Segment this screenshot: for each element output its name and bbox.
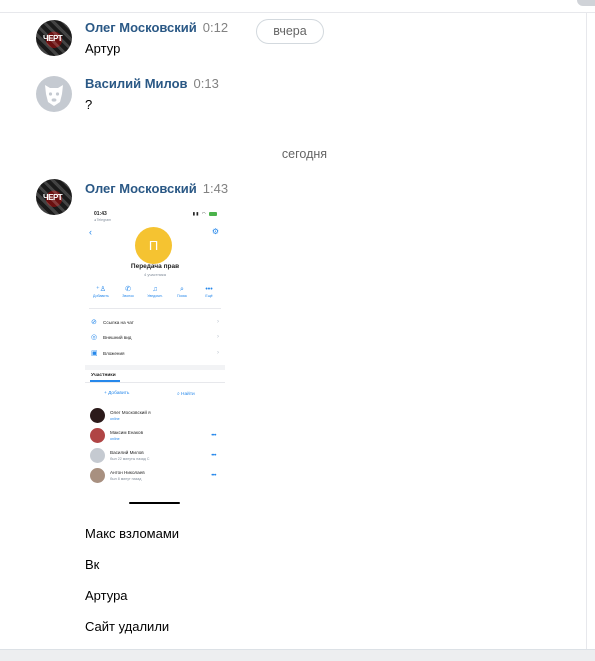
member-status: online [110,417,120,421]
scroll-corner [577,0,595,6]
find-label: Найти [181,392,195,397]
chevron-right-icon: › [217,350,219,356]
search-icon: ⌕ [180,286,184,293]
action-label: Добавить [93,294,109,298]
battery-icon [209,211,217,216]
member-avatar [90,448,105,463]
more-icon: ••• [211,473,216,479]
group-actions: ⁺♙ Добавить ✆ Звонок ♫ Уведомл. ⌕ Поиск ••• Е… [89,285,221,298]
message-1: ЧЕРТ Олег Московский 0:12 Артур [36,20,576,60]
attached-screenshot[interactable]: 01:43 ◂ Telegram ▮▮ ◠ ‹ ⚙ П Передача пра… [85,205,225,507]
member-name: Максим Енаков [110,430,144,435]
message-text: Вк [85,557,100,572]
avatar[interactable] [36,76,72,112]
action-label: Уведомл. [147,294,163,298]
gear-icon: ⚙ [211,227,219,236]
message-author[interactable]: Олег Московский 0:12 [85,20,228,35]
add-user-icon: ⁺♙ [96,286,106,293]
palette-icon: ◎ [91,334,98,341]
home-indicator [129,502,180,504]
row-appearance: ◎ Внешний вид › [91,331,219,343]
member-name: Антон Николаев [110,470,145,475]
avatar[interactable]: ЧЕРТ [36,20,72,56]
author-name[interactable]: Олег Московский [85,20,197,35]
chevron-right-icon: › [217,334,219,340]
message-text: Артур [85,41,121,56]
divider [89,308,221,309]
row-chat-link: ⊘ Ссылка на чат › [91,316,219,328]
message-text: Макс взломами [85,526,180,541]
action-add: ⁺♙ Добавить [89,285,113,298]
author-name[interactable]: Василий Милов [85,76,188,91]
more-icon: ••• [211,433,216,439]
member-avatar [90,468,105,483]
message-2: Василий Милов 0:13 ? [36,76,576,116]
status-bar-sub: ◂ Telegram [94,218,112,222]
member-avatar [90,428,105,443]
row-label: Ссылка на чат [103,319,134,325]
member-item: Антон Николаев был 8 минут назад ••• [90,468,220,486]
member-item: Василий Милов был 22 минуты назад С ••• [90,448,220,466]
avatar[interactable]: ЧЕРТ [36,179,72,215]
more-icon: ••• [205,286,213,293]
group-subtitle: 4 участника [144,272,166,277]
status-icons: ▮▮ ◠ [193,211,217,217]
message-text: ? [85,97,93,112]
find-member-link: ⌕ Найти [177,391,195,397]
date-separator-today: сегодня [281,147,328,161]
row-label: Вложения [103,350,125,356]
author-name[interactable]: Олег Московский [85,181,197,196]
action-label: Звонок [122,294,134,298]
avatar-text: ЧЕРТ [43,34,63,43]
section-gap [85,365,225,370]
action-more: ••• Ещё [197,285,221,298]
default-dog-avatar-icon [45,85,63,106]
member-name: Василий Милов [110,450,144,455]
back-arrow-icon: ‹ [89,227,92,237]
tab-members: Участники [91,373,116,378]
attachment-icon: ▣ [91,350,98,357]
message-time[interactable]: 0:13 [194,76,219,91]
message-author[interactable]: Василий Милов 0:13 [85,76,219,91]
member-name: Олег Московский я [110,410,151,415]
member-status: был 22 минуты назад С [110,457,150,461]
message-author[interactable]: Олег Московский 1:43 [85,181,228,196]
chevron-right-icon: › [217,319,219,325]
action-label: Ещё [205,294,213,298]
action-call: ✆ Звонок [116,285,140,298]
composer-edge [0,649,595,661]
more-icon: ••• [211,453,216,459]
member-status: был 8 минут назад [110,477,142,481]
divider [85,382,225,383]
header-divider [0,12,595,13]
scrollbar-track[interactable] [586,13,587,649]
member-status: online [110,437,120,441]
bell-icon: ♫ [152,286,158,293]
group-avatar: П [135,227,172,264]
link-icon: ⊘ [91,319,97,326]
row-attachments: ▣ Вложения › [91,347,219,359]
status-bar-time: 01:43 [94,211,107,217]
message-time[interactable]: 0:12 [203,20,228,35]
add-member-link: + Добавить [104,391,130,396]
row-label: Внешний вид [103,334,132,340]
message-time[interactable]: 1:43 [203,181,228,196]
message-text: Сайт удалили [85,619,170,634]
action-notify: ♫ Уведомл. [143,285,167,298]
action-search: ⌕ Поиск [170,285,194,298]
phone-icon: ✆ [125,286,131,293]
member-avatar [90,408,105,423]
group-title: Передача прав [130,263,180,270]
action-label: Поиск [177,294,187,298]
member-item: Максим Енаков online ••• [90,428,220,446]
avatar-text: ЧЕРТ [43,193,63,202]
message-text: Артура [85,588,128,603]
member-item: Олег Московский я online [90,408,220,426]
